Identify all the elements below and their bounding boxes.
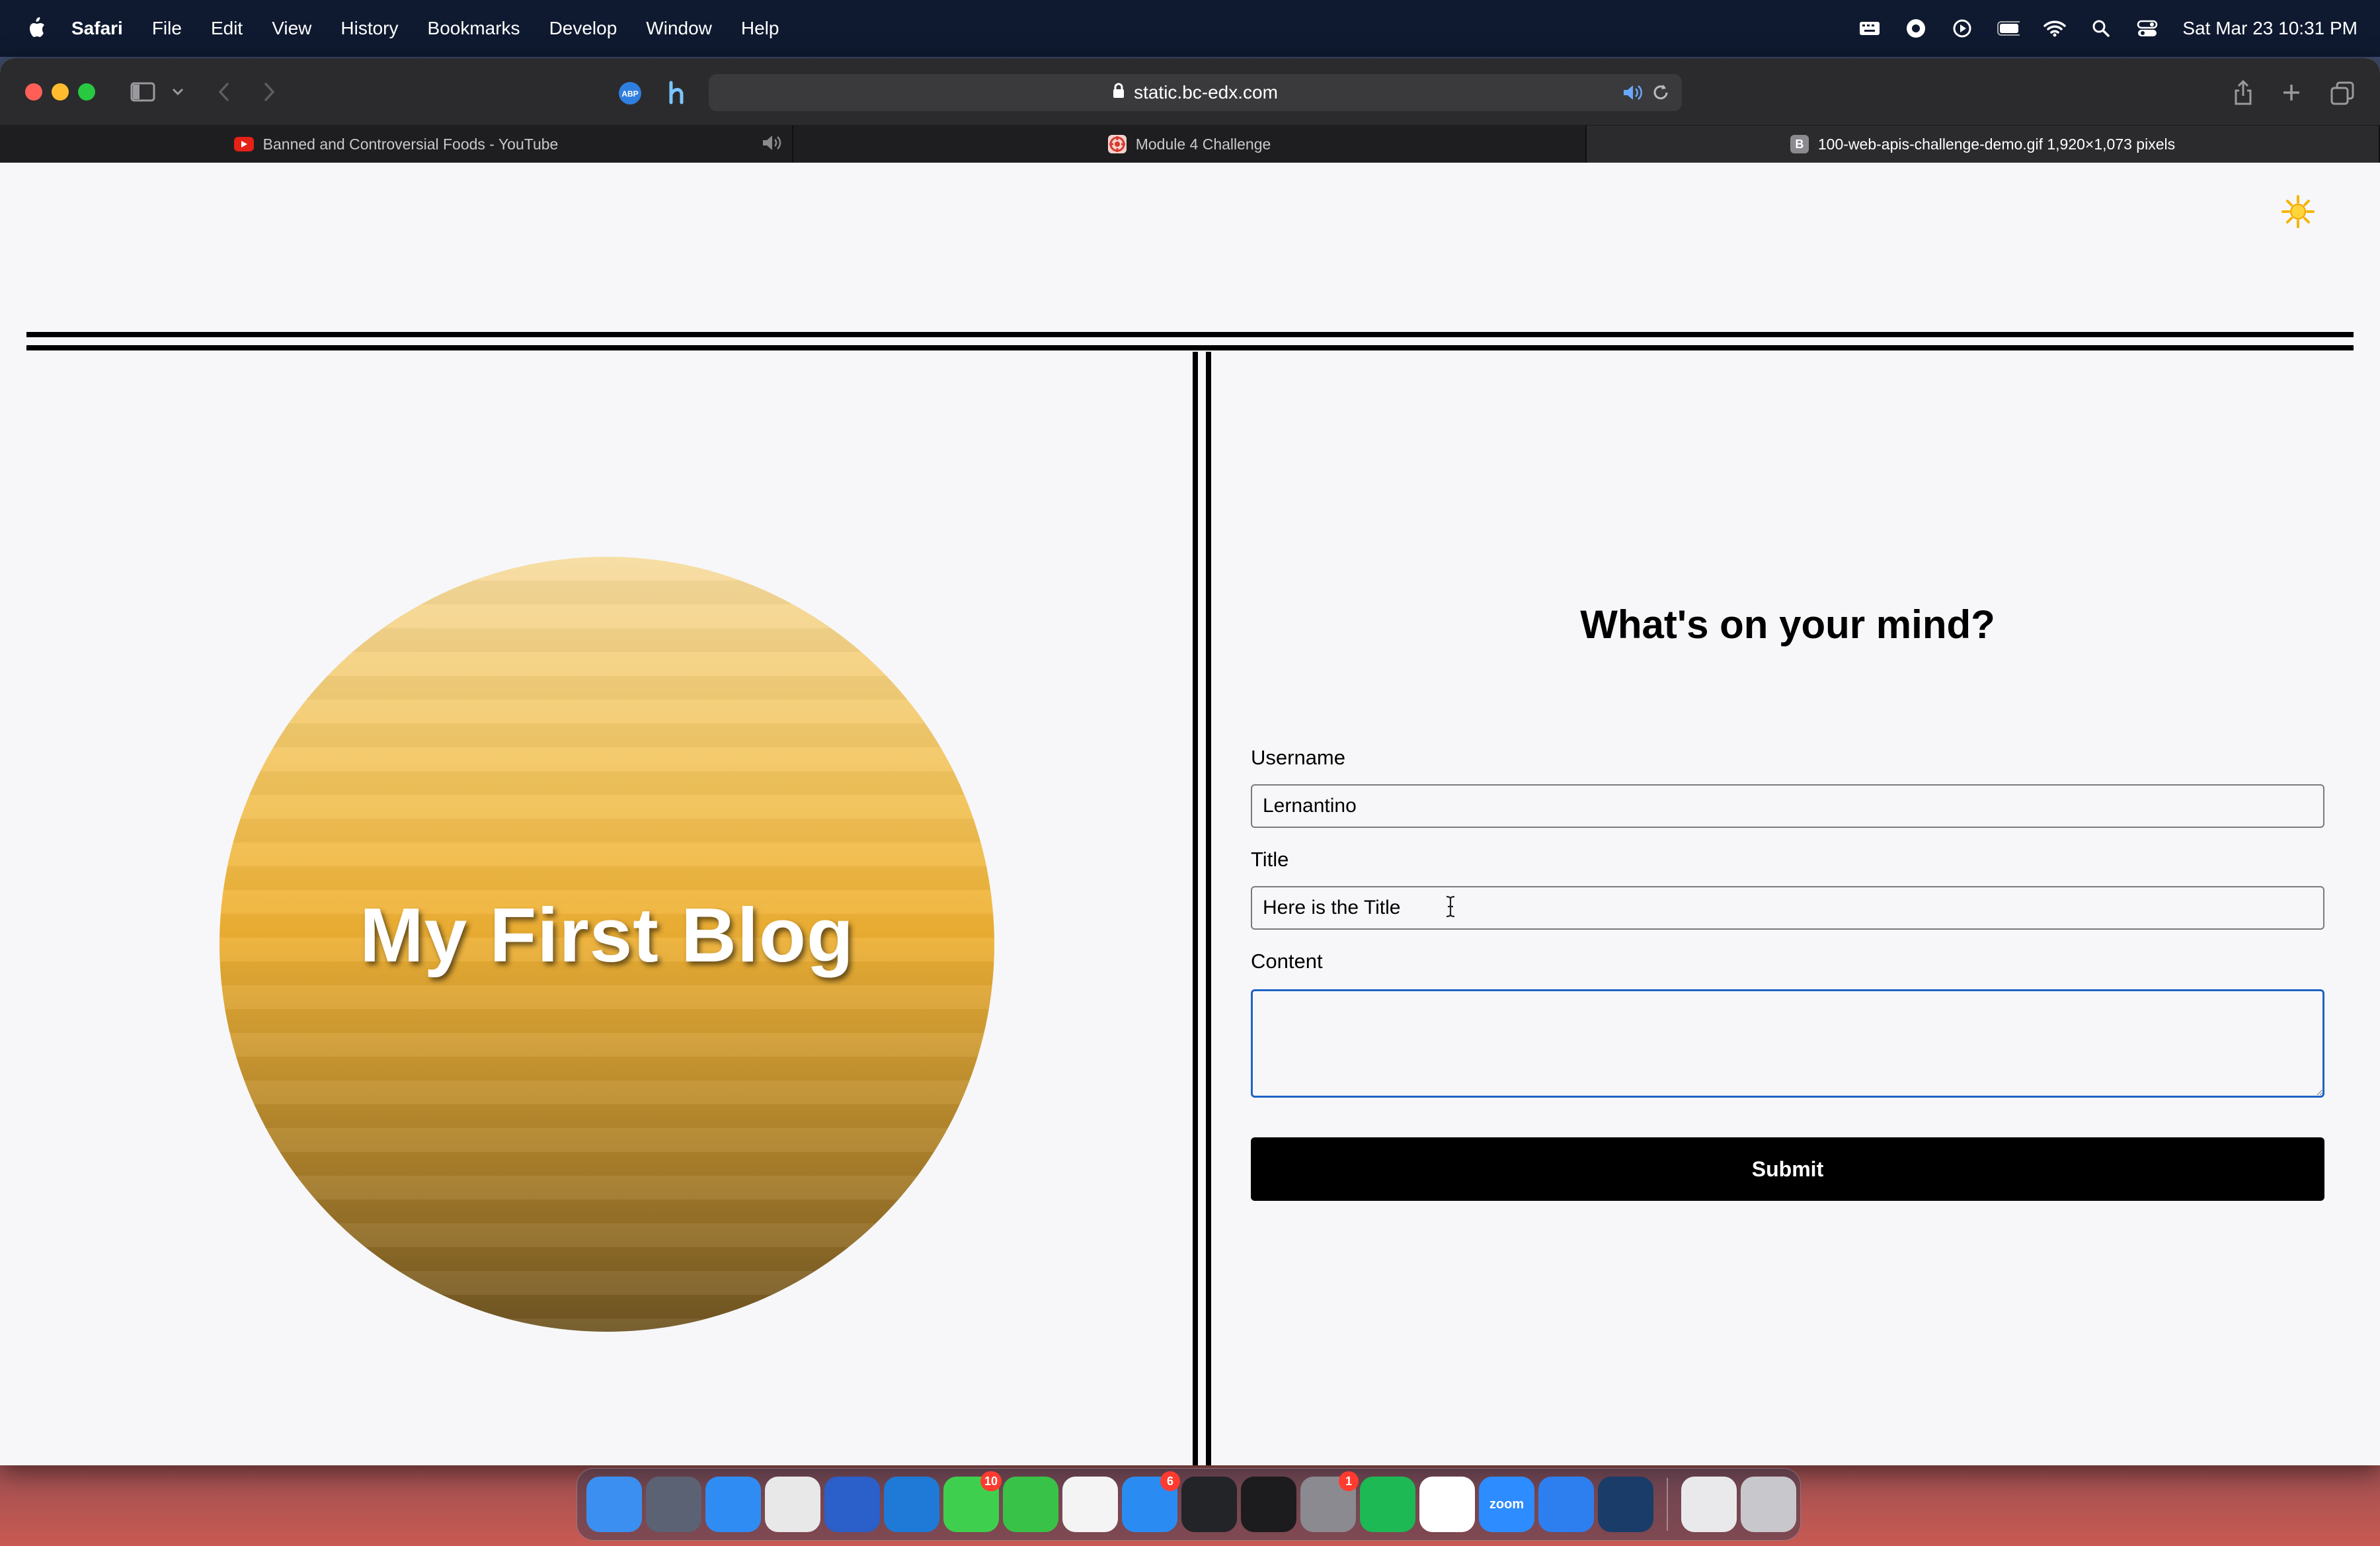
share-icon[interactable]: [2232, 78, 2254, 106]
blog-page: My First Blog What's on your mind? Usern…: [26, 163, 2354, 1465]
browser-toolbar: ABP static.bc-edx.com: [0, 58, 2380, 126]
window-zoom-button[interactable]: [78, 83, 95, 101]
app-store-dock-icon[interactable]: 6: [1122, 1471, 1180, 1532]
url-text: static.bc-edx.com: [1134, 82, 1278, 102]
title-label: Title: [1251, 848, 1289, 871]
grid-favicon: [1107, 135, 1127, 153]
tab-youtube[interactable]: Banned and Controversial Foods - YouTube: [0, 126, 793, 163]
dock: 10 6 1 zoom: [576, 1468, 1801, 1541]
form-heading: What's on your mind?: [1580, 602, 1995, 647]
system-settings-dock-icon[interactable]: 1: [1300, 1471, 1359, 1532]
tab-overview-icon[interactable]: [2330, 81, 2355, 106]
menu-develop[interactable]: Develop: [549, 18, 617, 39]
play-circle-icon[interactable]: [1951, 19, 1973, 38]
header-double-rule: [26, 332, 2354, 352]
gear-badge-icon[interactable]: [1905, 19, 1927, 38]
tab-label: Module 4 Challenge: [1135, 135, 1271, 153]
dock-separator: [1667, 1478, 1668, 1531]
sunset-circle-banner: My First Blog: [219, 557, 994, 1332]
chrome-dock-icon[interactable]: [765, 1477, 820, 1532]
notification-badge: 6: [1160, 1471, 1180, 1491]
battery-icon[interactable]: [1997, 19, 2020, 38]
finder-dock-icon[interactable]: [586, 1477, 642, 1532]
content-label: Content: [1251, 950, 1323, 973]
adblock-extension-icon[interactable]: ABP: [617, 81, 643, 106]
submit-button[interactable]: Submit: [1251, 1137, 2324, 1201]
sun-theme-toggle-icon[interactable]: [2281, 194, 2315, 229]
menu-bookmarks[interactable]: Bookmarks: [428, 18, 520, 39]
launchpad-dock-icon[interactable]: [646, 1477, 701, 1532]
photos-dock-icon[interactable]: [1062, 1477, 1118, 1532]
reload-icon[interactable]: [1651, 83, 1670, 106]
youtube-icon: [233, 137, 254, 151]
menu-window[interactable]: Window: [646, 18, 712, 39]
menu-bar: Safari File Edit View History Bookmarks …: [0, 0, 2380, 57]
tab-label: 100-web-apis-challenge-demo.gif 1,920×1,…: [1817, 135, 2176, 153]
content-textarea[interactable]: [1251, 989, 2324, 1098]
keyboard-icon[interactable]: [1858, 19, 1881, 38]
menu-app-name[interactable]: Safari: [71, 18, 123, 39]
vertical-double-divider: [1193, 352, 1212, 1465]
terminal-dock-icon[interactable]: [1241, 1477, 1296, 1532]
safari-window: ABP static.bc-edx.com Banned and Controv…: [0, 58, 2380, 1465]
username-input[interactable]: [1251, 784, 2324, 828]
tab-bar: Banned and Controversial Foods - YouTube…: [0, 126, 2380, 163]
menu-edit[interactable]: Edit: [211, 18, 243, 39]
vscode-dock-icon[interactable]: [884, 1477, 939, 1532]
chevron-down-icon[interactable]: [171, 85, 185, 99]
facetime-dock-icon[interactable]: [1003, 1477, 1058, 1532]
b-favicon: B: [1790, 135, 1809, 153]
forward-icon[interactable]: [260, 82, 279, 102]
new-tab-icon[interactable]: [2281, 82, 2302, 103]
spotlight-search-icon[interactable]: [2090, 19, 2112, 38]
tab-label: Banned and Controversial Foods - YouTube: [262, 135, 559, 153]
trash-dock-icon[interactable]: [1741, 1477, 1796, 1532]
honey-extension-icon[interactable]: [665, 79, 689, 106]
apple-icon[interactable]: [25, 16, 46, 41]
documents-dock-icon[interactable]: [1681, 1477, 1737, 1532]
spotify-dock-icon[interactable]: [1360, 1477, 1415, 1532]
messages-dock-icon[interactable]: 10: [943, 1471, 1002, 1532]
activity-monitor-dock-icon[interactable]: [1181, 1477, 1237, 1532]
notification-badge: 1: [1339, 1471, 1359, 1491]
dock-icon-label: zoom: [1489, 1496, 1525, 1512]
window-close-button[interactable]: [25, 83, 42, 101]
steam-dock-icon[interactable]: [1598, 1477, 1653, 1532]
back-icon[interactable]: [214, 82, 233, 102]
menu-view[interactable]: View: [272, 18, 311, 39]
menu-file[interactable]: File: [152, 18, 182, 39]
lock-icon: [1113, 82, 1125, 103]
text-cursor-icon: [1444, 895, 1457, 918]
edge-ish-dock-icon[interactable]: [1538, 1477, 1594, 1532]
menubar-clock[interactable]: Sat Mar 23 10:31 PM: [2182, 18, 2358, 39]
safari-dock-icon[interactable]: [705, 1477, 761, 1532]
address-bar[interactable]: static.bc-edx.com: [709, 74, 1682, 111]
blog-title: My First Blog: [360, 892, 854, 978]
zoom-dock-icon[interactable]: zoom: [1479, 1477, 1534, 1532]
title-input[interactable]: [1251, 886, 2324, 930]
speaker-icon[interactable]: [1622, 83, 1644, 106]
menu-history[interactable]: History: [340, 18, 398, 39]
firefox-dock-icon[interactable]: [824, 1477, 880, 1532]
window-minimize-button[interactable]: [52, 83, 69, 101]
username-label: Username: [1251, 746, 1345, 769]
wifi-icon[interactable]: [2043, 19, 2067, 38]
sidebar-toggle-icon[interactable]: [130, 81, 156, 103]
tab-audio-icon[interactable]: [762, 134, 781, 156]
menu-help[interactable]: Help: [741, 18, 779, 39]
notification-badge: 10: [980, 1471, 1002, 1491]
tab-module-4-challenge[interactable]: Module 4 Challenge: [793, 126, 1587, 163]
control-center-icon[interactable]: [2136, 19, 2159, 38]
svg-text:ABP: ABP: [621, 89, 638, 99]
tab-gif-image[interactable]: B 100-web-apis-challenge-demo.gif 1,920×…: [1587, 126, 2380, 163]
slack-dock-icon[interactable]: [1419, 1477, 1475, 1532]
